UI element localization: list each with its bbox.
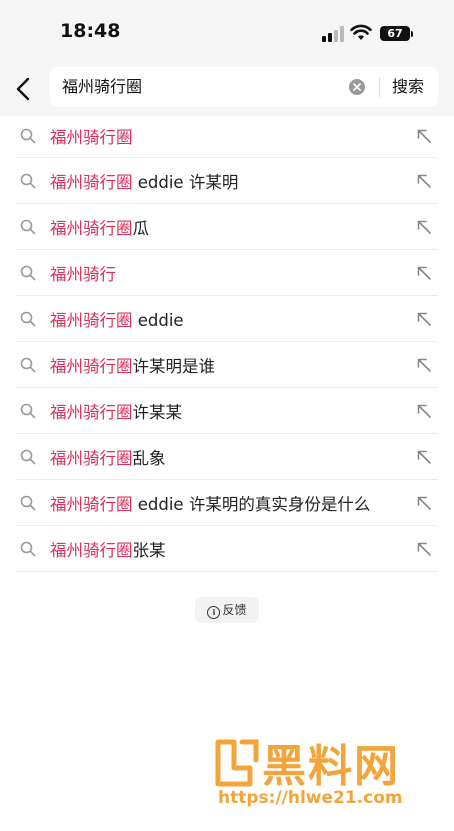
status-time: 18:48 xyxy=(60,20,121,42)
fill-query-arrow-icon[interactable] xyxy=(416,265,432,281)
watermark-logo-icon xyxy=(215,739,259,787)
suggestion-highlight: 福州骑行圈 xyxy=(50,127,133,147)
search-icon xyxy=(20,219,36,234)
suggestion-rest: 瓜 xyxy=(132,218,150,238)
search-icon xyxy=(20,495,36,510)
suggestion-item[interactable]: 福州骑行圈 eddie 许某明 xyxy=(16,158,438,204)
suggestion-rest: eddie 许某明的真实身份是什么 xyxy=(132,494,371,514)
suggestion-rest: 许某明是谁 xyxy=(132,356,216,376)
suggestion-item[interactable]: 福州骑行 xyxy=(16,250,438,296)
suggestion-rest: 乱象 xyxy=(132,448,166,468)
cellular-signal-icon xyxy=(322,26,344,42)
feedback-label: 反馈 xyxy=(222,603,247,617)
suggestion-text: 福州骑行圈 eddie 许某明 xyxy=(50,169,238,193)
fill-query-arrow-icon[interactable] xyxy=(416,541,432,557)
clear-icon[interactable] xyxy=(348,78,366,96)
search-box[interactable]: 福州骑行圈 搜索 xyxy=(50,67,438,107)
wifi-icon xyxy=(350,24,372,40)
suggestion-rest: eddie xyxy=(132,310,184,330)
suggestion-item[interactable]: 福州骑行圈乱象 xyxy=(16,434,438,480)
battery-tip xyxy=(411,31,413,37)
suggestion-item[interactable]: 福州骑行圈瓜 xyxy=(16,204,438,250)
suggestion-highlight: 福州骑行圈 xyxy=(50,448,133,468)
battery-indicator: 67 xyxy=(380,26,410,41)
search-header: 福州骑行圈 搜索 xyxy=(0,64,454,116)
suggestion-text: 福州骑行圈许某某 xyxy=(50,399,182,423)
feedback-button[interactable]: i 反馈 xyxy=(195,597,259,623)
suggestion-rest: 许某某 xyxy=(132,402,183,422)
suggestion-text: 福州骑行圈 eddie xyxy=(50,307,184,331)
suggestion-text: 福州骑行圈 eddie 许某明的真实身份是什么 xyxy=(50,491,370,515)
watermark-brand: 黑料网 xyxy=(262,741,400,792)
suggestion-rest: eddie 许某明 xyxy=(132,172,239,192)
suggestion-rest: 张某 xyxy=(132,540,166,560)
info-icon: i xyxy=(207,606,221,619)
suggestion-highlight: 福州骑行圈 xyxy=(50,540,133,560)
suggestion-text: 福州骑行圈许某明是谁 xyxy=(50,353,215,377)
suggestion-highlight: 福州骑行圈 xyxy=(50,494,133,514)
suggestion-item[interactable]: 福州骑行圈 eddie xyxy=(16,296,438,342)
watermark-url: https://hlwe21.com xyxy=(218,788,403,808)
search-icon xyxy=(20,449,36,464)
suggestion-item[interactable]: 福州骑行圈张某 xyxy=(16,526,438,572)
search-input[interactable]: 福州骑行圈 xyxy=(62,67,142,107)
search-divider xyxy=(379,77,380,97)
suggestion-text: 福州骑行 xyxy=(50,261,116,285)
suggestion-text: 福州骑行圈瓜 xyxy=(50,215,149,239)
suggestion-item[interactable]: 福州骑行圈 eddie 许某明的真实身份是什么 xyxy=(16,480,438,526)
back-arrow-icon[interactable] xyxy=(12,76,36,102)
fill-query-arrow-icon[interactable] xyxy=(416,173,432,189)
search-icon xyxy=(20,541,36,556)
suggestion-highlight: 福州骑行圈 xyxy=(50,218,133,238)
fill-query-arrow-icon[interactable] xyxy=(416,128,432,144)
suggestion-list: 福州骑行圈 福州骑行圈 eddie 许某明 福州骑行圈瓜 福州骑行 福州骑行圈 … xyxy=(16,114,438,572)
status-bar: 18:48 67 xyxy=(0,0,454,64)
search-icon xyxy=(20,128,36,143)
fill-query-arrow-icon[interactable] xyxy=(416,357,432,373)
suggestion-text: 福州骑行圈乱象 xyxy=(50,445,166,469)
fill-query-arrow-icon[interactable] xyxy=(416,219,432,235)
suggestion-item[interactable]: 福州骑行圈 xyxy=(16,114,438,158)
search-icon xyxy=(20,311,36,326)
fill-query-arrow-icon[interactable] xyxy=(416,449,432,465)
search-icon xyxy=(20,403,36,418)
suggestion-highlight: 福州骑行圈 xyxy=(50,172,133,192)
suggestion-item[interactable]: 福州骑行圈许某某 xyxy=(16,388,438,434)
fill-query-arrow-icon[interactable] xyxy=(416,495,432,511)
search-icon xyxy=(20,357,36,372)
suggestion-highlight: 福州骑行圈 xyxy=(50,310,133,330)
search-icon xyxy=(20,265,36,280)
suggestion-highlight: 福州骑行 xyxy=(50,264,116,284)
suggestion-text: 福州骑行圈 xyxy=(50,124,133,148)
fill-query-arrow-icon[interactable] xyxy=(416,403,432,419)
search-icon xyxy=(20,173,36,188)
suggestion-highlight: 福州骑行圈 xyxy=(50,402,133,422)
search-button[interactable]: 搜索 xyxy=(392,67,424,107)
suggestion-item[interactable]: 福州骑行圈许某明是谁 xyxy=(16,342,438,388)
suggestion-highlight: 福州骑行圈 xyxy=(50,356,133,376)
fill-query-arrow-icon[interactable] xyxy=(416,311,432,327)
suggestion-text: 福州骑行圈张某 xyxy=(50,537,166,561)
